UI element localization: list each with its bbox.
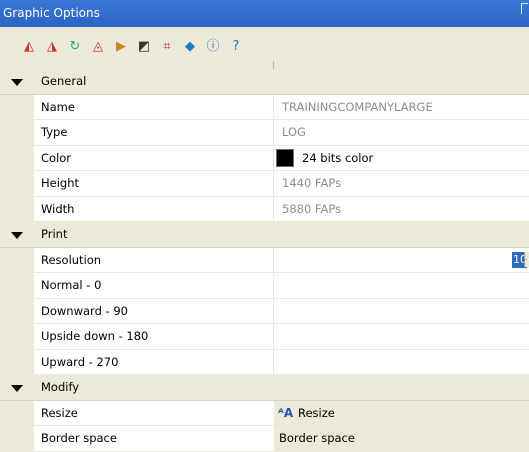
resize-button[interactable]: ᴬA Resize xyxy=(274,400,529,425)
section-modify-label: Modify xyxy=(41,380,80,394)
property-label: Resolution xyxy=(41,252,102,267)
arrow-icon[interactable]: ▶ xyxy=(112,39,130,55)
section-general[interactable]: General xyxy=(0,69,529,95)
property-label: Upside down - 180 xyxy=(41,329,149,343)
crop-frame-icon[interactable]: ◩ xyxy=(135,39,153,55)
property-label: Width xyxy=(41,201,75,216)
rotate-icon[interactable]: ↻ xyxy=(66,39,84,55)
property-label: Normal - 0 xyxy=(41,278,102,292)
property-label: Upward - 270 xyxy=(41,354,119,369)
toolbar-divider xyxy=(273,61,274,69)
section-general-label: General xyxy=(41,74,87,88)
collapse-triangle-icon[interactable] xyxy=(11,385,23,392)
property-row-downward[interactable]: Downward - 90 xyxy=(0,298,529,324)
border-space-button[interactable]: Border space xyxy=(274,426,529,451)
property-row-upside-down[interactable]: Upside down - 180 xyxy=(0,324,529,350)
fill-icon[interactable]: ◆ xyxy=(181,39,199,55)
property-row-name[interactable]: Name TRAININGCOMPANYLARGE xyxy=(0,94,529,120)
property-label: Color xyxy=(41,150,72,165)
section-print[interactable]: Print xyxy=(0,222,529,248)
collapse-triangle-icon[interactable] xyxy=(11,79,23,86)
property-value: 5880 FAPs xyxy=(282,201,342,216)
window-title: Graphic Options xyxy=(3,6,100,20)
property-value: TRAININGCOMPANYLARGE xyxy=(282,99,433,114)
border-space-button-label: Border space xyxy=(279,431,355,445)
resize-button-label: Resize xyxy=(298,405,335,420)
color-swatch[interactable] xyxy=(276,148,294,167)
spinner-down-icon[interactable] xyxy=(524,259,529,267)
property-label: Name xyxy=(41,99,75,114)
collapse-triangle-icon[interactable] xyxy=(11,232,23,239)
property-label: Border space xyxy=(41,431,117,445)
crop-icon[interactable]: ⌗ xyxy=(158,39,176,55)
section-modify[interactable]: Modify xyxy=(0,375,529,401)
resize-text-icon: ᴬA xyxy=(278,405,294,420)
pin-icon[interactable] xyxy=(521,3,528,14)
property-grid: General Name TRAININGCOMPANYLARGE Type L… xyxy=(0,69,529,452)
mirror-left-icon[interactable]: ◭ xyxy=(20,39,38,55)
property-row-normal[interactable]: Normal - 0 xyxy=(0,273,529,299)
property-label: Downward - 90 xyxy=(41,303,128,318)
title-bar: Graphic Options xyxy=(0,0,529,27)
mirror-right-icon[interactable]: ◮ xyxy=(43,39,61,55)
color-value: 24 bits color xyxy=(302,150,374,165)
info-icon[interactable]: ⓘ xyxy=(204,39,222,55)
property-label: Height xyxy=(41,176,80,190)
help-icon[interactable]: ? xyxy=(227,39,245,55)
property-row-upward[interactable]: Upward - 270 xyxy=(0,349,529,375)
property-row-color[interactable]: Color 24 bits color xyxy=(0,145,529,171)
property-value: LOG xyxy=(282,125,306,139)
flip-icon[interactable]: ◬ xyxy=(89,39,107,55)
property-row-type[interactable]: Type LOG xyxy=(0,120,529,146)
property-label: Resize xyxy=(41,405,78,420)
property-row-resolution[interactable]: Resolution 100 xyxy=(0,247,529,273)
property-value: 1440 FAPs xyxy=(282,176,342,190)
toolbar: ◭ ◮ ↻ ◬ ▶ ◩ ⌗ ◆ ⓘ ? xyxy=(0,27,529,69)
property-row-width[interactable]: Width 5880 FAPs xyxy=(0,196,529,222)
spinner-up-icon[interactable] xyxy=(524,251,529,259)
property-row-border-space[interactable]: Border space Border space xyxy=(0,426,529,452)
property-label: Type xyxy=(41,125,68,139)
property-row-resize[interactable]: Resize ᴬA Resize xyxy=(0,400,529,426)
property-row-height[interactable]: Height 1440 FAPs xyxy=(0,171,529,197)
section-print-label: Print xyxy=(41,227,68,241)
